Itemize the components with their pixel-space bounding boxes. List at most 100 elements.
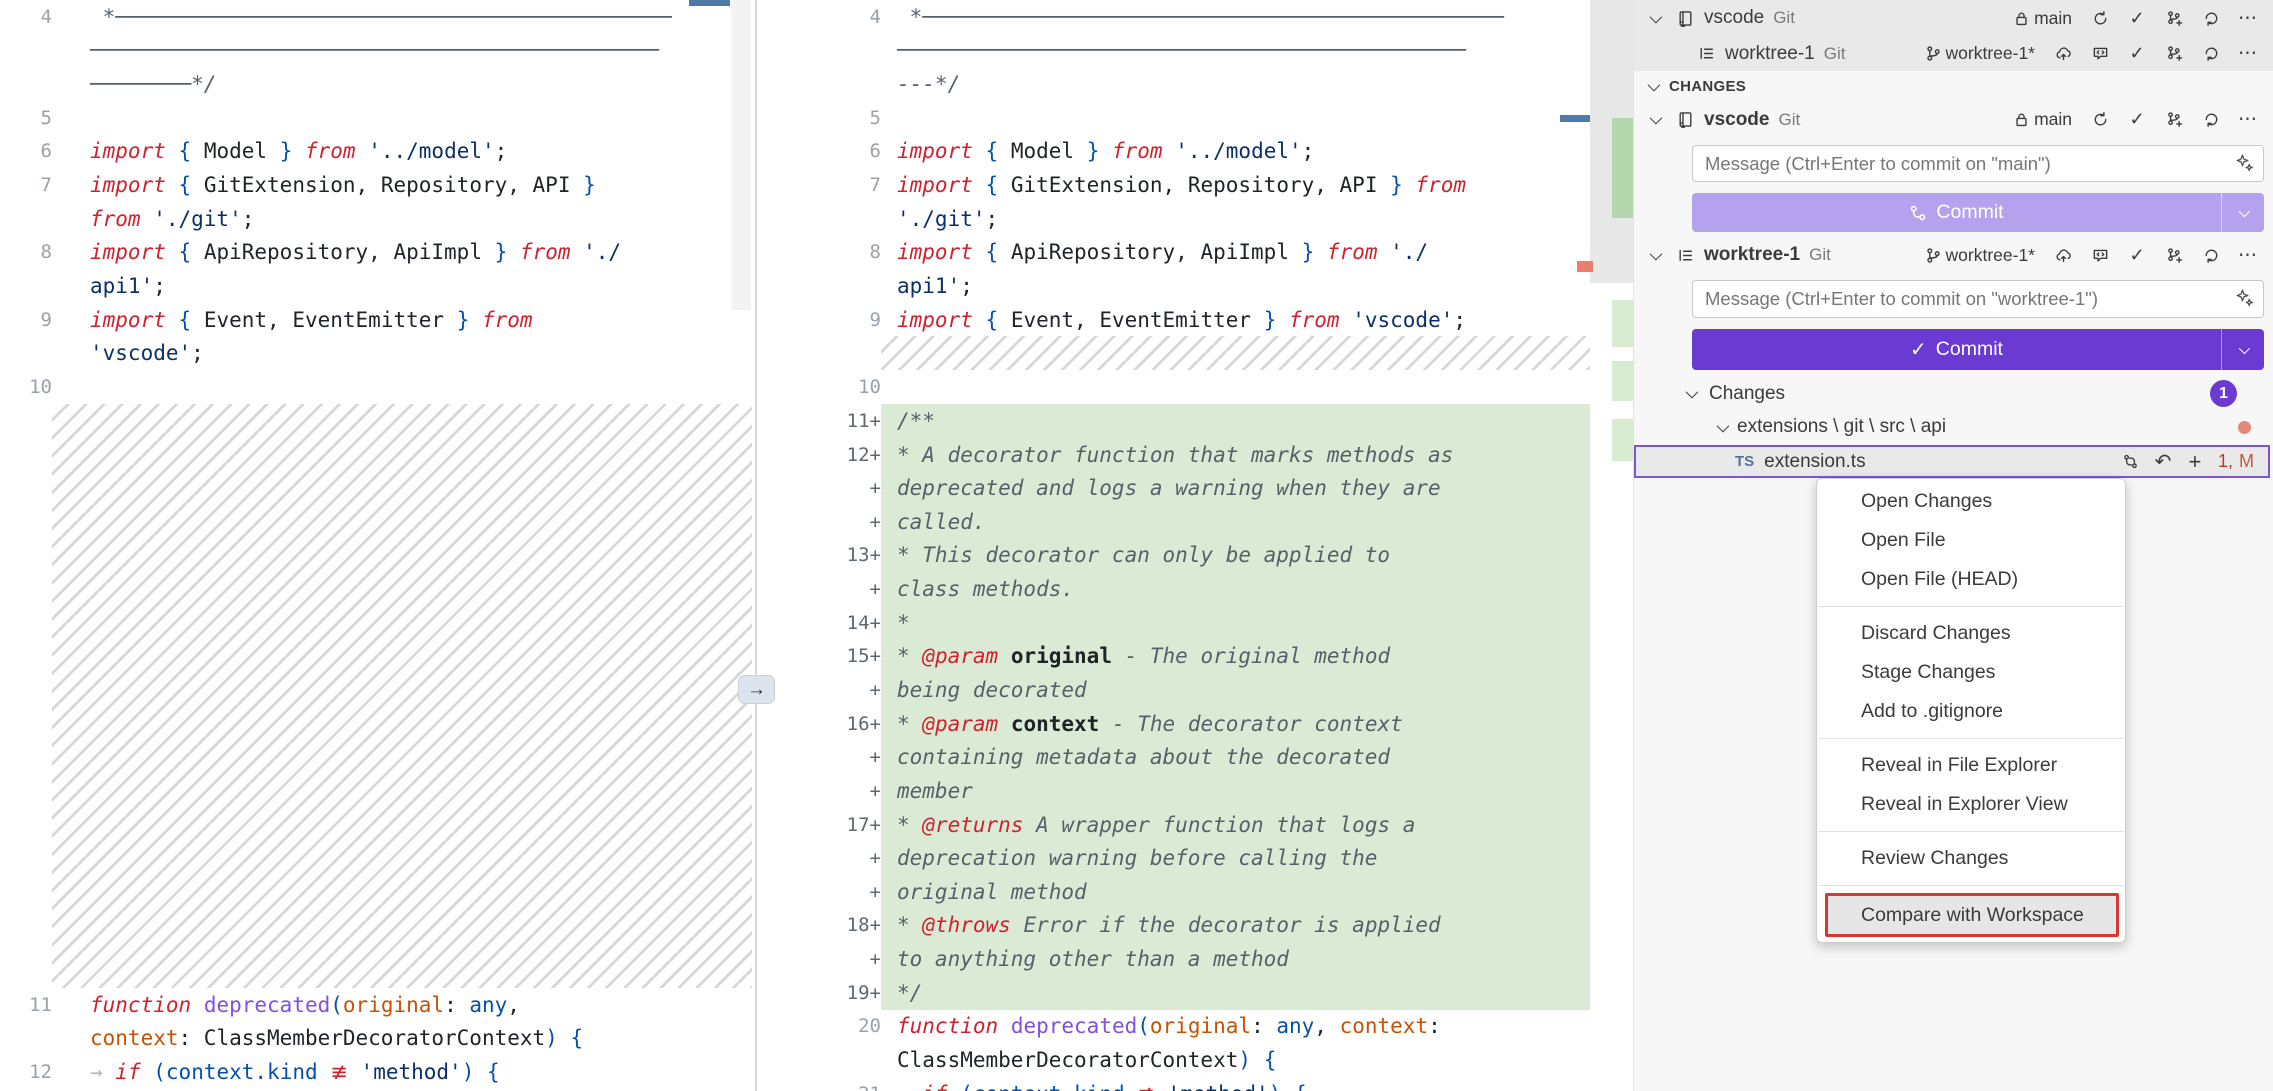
chevron-down-icon[interactable] [1650,10,1663,23]
code-row: 6import { Model } from '../model'; [770,135,1590,169]
menu-item-open-file[interactable]: Open File [1817,521,2125,560]
line-number: 5 [0,107,52,129]
cloud-upload-icon[interactable] [2054,246,2072,264]
branch-status[interactable]: worktree-1* [1925,43,2035,64]
commit-button-worktree-1[interactable]: ✓ Commit [1692,329,2264,370]
left-editor-scrollbar[interactable] [731,0,751,310]
menu-item-review-changes[interactable]: Review Changes [1817,839,2125,878]
section-header-changes[interactable]: CHANGES [1634,71,2273,101]
diff-editor-original[interactable]: 4 *─────────────────────────────────────… [0,0,752,1091]
check-icon: ✓ [1910,337,1927,362]
code-row: 11+/** [770,404,1590,438]
menu-item-reveal-in-explorer-view[interactable]: Reveal in Explorer View [1817,785,2125,824]
line-number: 20 [770,1015,881,1037]
repo-row-vscode[interactable]: vscode Git main✓⋯ [1634,0,2273,36]
sync-icon[interactable] [2091,111,2109,129]
code-row: 7import { GitExtension, Repository, API … [0,168,752,202]
sparkle-icon[interactable] [2235,153,2254,172]
input-placeholder: Message (Ctrl+Enter to commit on "main") [1705,153,2051,175]
line-number: 11 [0,994,52,1016]
code-line: */ [881,976,1590,1010]
sync-icon[interactable] [2091,9,2109,27]
refresh-icon[interactable] [2202,111,2220,129]
chevron-down-icon [2239,205,2250,216]
branch-plus-icon[interactable] [2165,246,2183,264]
code-row: 17+* @returns A wrapper function that lo… [770,808,1590,842]
code-line: → if (context.kind ≢ 'method') { [52,1055,752,1089]
menu-item-reveal-in-file-explorer[interactable]: Reveal in File Explorer [1817,746,2125,785]
commit-message-input-worktree-1[interactable]: Message (Ctrl+Enter to commit on "worktr… [1692,280,2264,318]
commit-button-main[interactable]: Commit [1692,193,2264,232]
sparkle-icon[interactable] [2235,288,2254,307]
branch-status[interactable]: main [2013,8,2072,29]
comment-icon[interactable] [2091,246,2109,264]
refresh-icon[interactable] [2202,246,2220,264]
code-line: → if (context.kind ≢ 'method') { [881,1077,1590,1091]
code-line: 'vscode'; [52,336,752,370]
repo-type: Git [1773,8,1795,28]
commit-dropdown-button[interactable] [2221,193,2264,232]
repo-section-worktree-1[interactable]: worktree-1 Git worktree-1*✓⋯ [1634,238,2273,272]
menu-item-open-changes[interactable]: Open Changes [1817,482,2125,521]
tree-item-file-extension-ts[interactable]: TS extension.ts ↶ + 1,M [1634,445,2270,478]
more-icon[interactable]: ⋯ [2239,111,2257,129]
line-number: 7 [770,174,881,196]
cloud-upload-icon[interactable] [2054,45,2072,63]
branch-status[interactable]: worktree-1* [1925,245,2035,266]
overview-ruler[interactable] [1590,0,1633,1091]
ruler-modified-mark [1577,261,1593,272]
stage-plus-icon[interactable]: + [2186,453,2204,471]
branch-status[interactable]: main [2013,109,2072,130]
refresh-icon[interactable] [2202,9,2220,27]
discard-icon[interactable]: ↶ [2154,453,2172,471]
commit-dropdown-button[interactable] [2221,329,2264,370]
refresh-icon[interactable] [2202,45,2220,63]
editor-sash[interactable] [755,0,757,1091]
menu-item-discard-changes[interactable]: Discard Changes [1817,614,2125,653]
line-number: 5 [770,107,881,129]
revert-block-arrow-button[interactable]: → [738,675,775,704]
code-row: 8import { ApiRepository, ApiImpl } from … [0,235,752,269]
code-line [52,370,752,404]
check-icon[interactable]: ✓ [2128,9,2146,27]
line-number: 15+ [770,645,881,667]
repo-row-worktree-1[interactable]: worktree-1 Git worktree-1* ✓ ⋯ [1634,36,2273,71]
open-changes-icon[interactable] [2122,453,2140,471]
branch-plus-icon[interactable] [2165,9,2183,27]
tree-item-folder[interactable]: extensions \ git \ src \ api [1634,410,2273,444]
left-overview-current-marker [689,0,730,6]
chevron-down-icon[interactable] [1650,112,1663,125]
check-icon[interactable]: ✓ [2128,111,2146,129]
section-header-label: CHANGES [1669,78,1746,95]
code-row: +class methods. [770,572,1590,606]
repo-section-vscode[interactable]: vscode Git main✓⋯ [1634,101,2273,138]
diff-spacer-region [881,336,1590,370]
commit-message-input-main[interactable]: Message (Ctrl+Enter to commit on "main") [1692,145,2264,182]
check-icon[interactable]: ✓ [2128,246,2146,264]
code-row: context: ClassMemberDecoratorContext) { [0,1021,752,1055]
menu-item-stage-changes[interactable]: Stage Changes [1817,653,2125,692]
more-icon[interactable]: ⋯ [2239,45,2257,63]
repo-type: Git [1824,44,1846,64]
branch-plus-icon[interactable] [2165,45,2183,63]
code-line: original method [881,875,1590,909]
menu-separator [1818,831,2124,832]
code-row: ────────────────────────────────────────… [770,34,1590,68]
code-row: ────────────────────────────────────────… [0,34,752,68]
menu-item-compare-with-workspace[interactable]: Compare with Workspace [1825,893,2119,937]
comment-icon[interactable] [2091,45,2109,63]
repo-name: worktree-1 [1725,43,1815,65]
branch-plus-icon[interactable] [2165,111,2183,129]
chevron-down-icon[interactable] [1650,247,1663,260]
code-row: api1'; [770,269,1590,303]
code-line: * A decorator function that marks method… [881,438,1590,472]
more-icon[interactable]: ⋯ [2239,246,2257,264]
check-icon[interactable]: ✓ [2128,45,2146,63]
more-icon[interactable]: ⋯ [2239,9,2257,27]
menu-item-open-file-head-[interactable]: Open File (HEAD) [1817,560,2125,599]
line-number: 6 [0,140,52,162]
tree-item-changes[interactable]: Changes 1 [1634,378,2273,409]
line-number: 4 [770,6,881,28]
diff-editor-modified[interactable]: 4 *─────────────────────────────────────… [770,0,1590,1091]
menu-item-add-to-gitignore[interactable]: Add to .gitignore [1817,692,2125,731]
